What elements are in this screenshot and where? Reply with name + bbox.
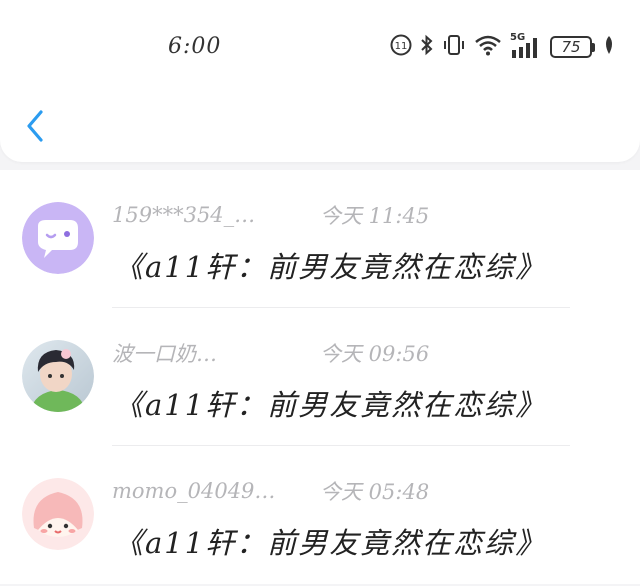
list-item[interactable]: 波一口奶… 今天 09:56 《a11轩：前男友竟然在恋综》 <box>0 308 640 446</box>
message-text: 《a11轩：前男友竟然在恋综》 <box>114 250 547 284</box>
meta-line: 159***354_… 今天 11:45 <box>112 200 429 230</box>
back-button[interactable] <box>20 108 50 144</box>
timestamp: 今天 11:45 <box>320 204 430 228</box>
leaf-icon <box>603 35 615 59</box>
meta-line: momo_04049… 今天 05:48 <box>112 476 429 506</box>
timestamp: 今天 09:56 <box>320 342 430 366</box>
username[interactable]: 159***354_… <box>112 203 317 227</box>
avatar[interactable] <box>22 202 94 274</box>
status-time: 6:00 <box>168 34 222 59</box>
battery-level: 75 <box>550 36 592 58</box>
username[interactable]: momo_04049… <box>112 479 317 503</box>
bluetooth-icon <box>420 33 434 61</box>
comment-list: 159***354_… 今天 11:45 《a11轩：前男友竟然在恋综》 波一口… <box>0 170 640 584</box>
message-text: 《a11轩：前男友竟然在恋综》 <box>114 388 547 422</box>
purple-chat-bubble-avatar <box>22 202 94 274</box>
list-item[interactable]: momo_04049… 今天 05:48 《a11轩：前男友竟然在恋综》 <box>0 446 640 584</box>
photo-avatar <box>22 340 94 412</box>
hd-badge-icon: 11 <box>390 34 412 60</box>
list-item[interactable]: 159***354_… 今天 11:45 《a11轩：前男友竟然在恋综》 <box>0 170 640 308</box>
username[interactable]: 波一口奶… <box>112 338 317 368</box>
status-icons: 11 5G 75 <box>390 32 623 62</box>
chevron-left-icon <box>27 110 43 142</box>
timestamp: 今天 05:48 <box>320 480 430 504</box>
status-bar: 6:00 11 5G 75 <box>0 30 640 64</box>
peach-character-avatar <box>22 478 94 550</box>
meta-line: 波一口奶… 今天 09:56 <box>112 338 429 368</box>
vibrate-icon <box>442 33 466 61</box>
top-panel: 6:00 11 5G 75 <box>0 0 640 162</box>
wifi-icon <box>474 34 502 60</box>
signal-icon: 5G <box>510 32 542 60</box>
avatar[interactable] <box>22 478 94 550</box>
avatar[interactable] <box>22 340 94 412</box>
message-text: 《a11轩：前男友竟然在恋综》 <box>114 526 547 560</box>
svg-text:11: 11 <box>395 41 408 52</box>
battery-icon: 75 <box>550 36 595 58</box>
